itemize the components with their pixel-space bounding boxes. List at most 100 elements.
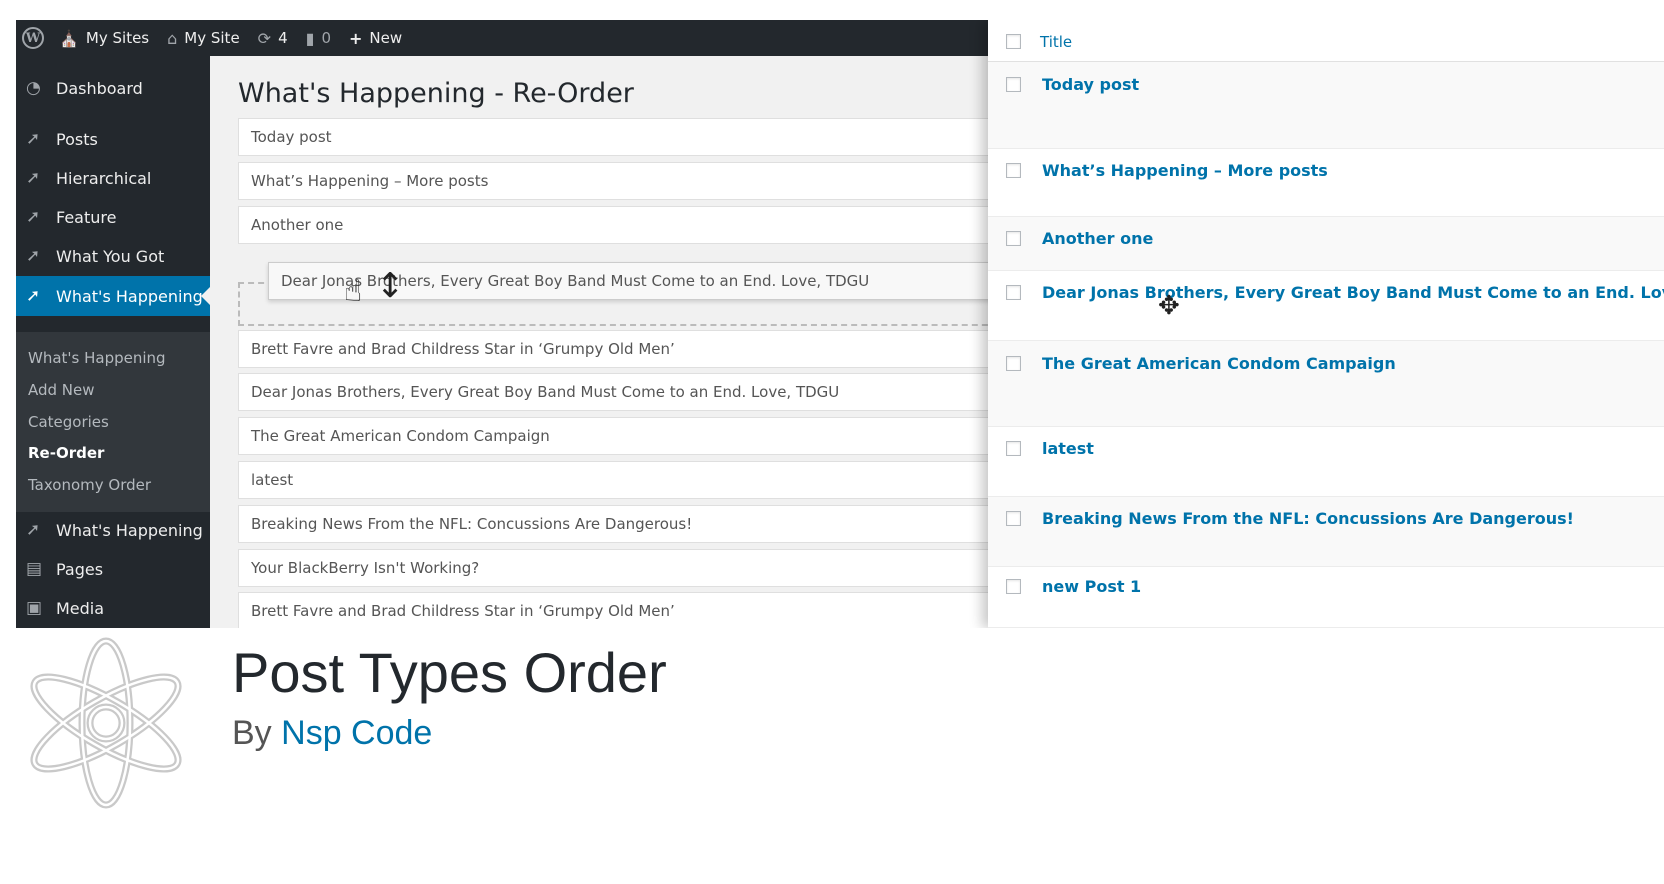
table-row: The Great American Condom Campaign — [988, 341, 1664, 427]
sidebar-item-feature[interactable]: ➚ Feature — [16, 197, 210, 237]
sidebar-item-label: What's Happening — [56, 520, 203, 540]
move-cursor-icon: ✥ — [1158, 291, 1180, 321]
sidebar-item-media[interactable]: ▣ Media — [16, 588, 210, 628]
wordpress-logo-icon[interactable]: W — [16, 20, 50, 56]
submenu-re-order[interactable]: Re-Order — [28, 444, 104, 462]
sortable-row[interactable]: Brett Favre and Brad Childress Star in ‘… — [238, 592, 1018, 628]
sidebar-item-label: What's Happening — [56, 286, 203, 306]
row-checkbox[interactable] — [1006, 441, 1021, 456]
row-title-link[interactable]: The Great American Condom Campaign — [1042, 354, 1396, 373]
sortable-row[interactable]: What’s Happening – More posts — [238, 162, 1018, 200]
plugin-title: Post Types Order — [232, 641, 667, 704]
row-title-link[interactable]: Dear Jonas Brothers, Every Great Boy Ban… — [1042, 283, 1664, 302]
row-checkbox[interactable] — [1006, 579, 1021, 594]
row-title-link[interactable]: What’s Happening – More posts — [1042, 161, 1328, 180]
posts-list-table: Title Today post What’s Happening – More… — [988, 20, 1664, 628]
sidebar-item-pages[interactable]: ▤ Pages — [16, 549, 210, 589]
select-all-checkbox[interactable] — [1006, 34, 1021, 49]
new-content-menu[interactable]: + New — [340, 20, 411, 56]
row-title-link[interactable]: Another one — [1042, 229, 1153, 248]
pin-icon: ➚ — [26, 520, 41, 540]
sidebar-item-label: Posts — [56, 129, 98, 149]
row-checkbox[interactable] — [1006, 231, 1021, 246]
table-row: Dear Jonas Brothers, Every Great Boy Ban… — [988, 271, 1664, 341]
row-title-link[interactable]: new Post 1 — [1042, 577, 1141, 596]
reorder-panel: What's Happening - Re-Order Today post W… — [210, 56, 1046, 628]
comments-menu[interactable]: ▮ 0 — [297, 20, 340, 56]
new-label: New — [369, 29, 403, 47]
updates-count: 4 — [278, 29, 288, 47]
updates-menu[interactable]: ⟳ 4 — [249, 20, 297, 56]
plugin-byline: By Nsp Code — [232, 714, 432, 753]
sortable-row[interactable]: The Great American Condom Campaign — [238, 417, 1018, 455]
pin-icon: ➚ — [26, 286, 41, 306]
sidebar-item-label: Hierarchical — [56, 168, 152, 188]
plugin-banner-screenshot: W ⛪ My Sites ⌂ My Site ⟳ 4 ▮ 0 + New ◔ D… — [16, 20, 1664, 628]
admin-sidebar: ◔ Dashboard ➚ Posts ➚ Hierarchical ➚ Fea… — [16, 56, 210, 628]
pin-icon: ➚ — [26, 129, 41, 149]
dashboard-icon: ◔ — [26, 78, 41, 98]
page-title: What's Happening - Re-Order — [238, 78, 634, 109]
sortable-row[interactable]: latest — [238, 461, 1018, 499]
row-checkbox[interactable] — [1006, 285, 1021, 300]
by-label: By — [232, 714, 272, 752]
sidebar-item-posts[interactable]: ➚ Posts — [16, 119, 210, 159]
table-row: new Post 1 — [988, 567, 1664, 628]
hand-cursor-icon: ☝ — [344, 274, 363, 309]
table-row: Today post — [988, 63, 1664, 149]
my-site-menu[interactable]: ⌂ My Site — [158, 20, 249, 56]
row-checkbox[interactable] — [1006, 77, 1021, 92]
sites-icon: ⛪ — [59, 28, 79, 48]
pin-icon: ➚ — [26, 207, 41, 227]
comment-icon: ▮ — [305, 28, 315, 48]
comments-count: 0 — [321, 29, 331, 47]
sidebar-item-whats-happening-current[interactable]: ➚ What's Happening — [16, 276, 210, 316]
sortable-row[interactable]: Breaking News From the NFL: Concussions … — [238, 505, 1018, 543]
sidebar-item-label: Dashboard — [56, 78, 143, 98]
submenu-whats-happening[interactable]: What's Happening — [28, 349, 166, 367]
author-link[interactable]: Nsp Code — [281, 714, 432, 752]
sidebar-item-label: What You Got — [56, 246, 165, 266]
plugin-page: W ⛪ My Sites ⌂ My Site ⟳ 4 ▮ 0 + New ◔ D… — [0, 0, 1664, 884]
home-icon: ⌂ — [167, 28, 178, 48]
column-title-header[interactable]: Title — [1040, 33, 1072, 51]
submenu-taxonomy-order[interactable]: Taxonomy Order — [28, 476, 151, 494]
row-checkbox[interactable] — [1006, 163, 1021, 178]
row-checkbox[interactable] — [1006, 511, 1021, 526]
table-row: What’s Happening – More posts — [988, 149, 1664, 217]
my-sites-label: My Sites — [85, 29, 150, 47]
row-title-link[interactable]: latest — [1042, 439, 1094, 458]
sidebar-item-label: Pages — [56, 559, 104, 579]
table-row: latest — [988, 427, 1664, 497]
sortable-row[interactable]: Today post — [238, 118, 1018, 156]
sidebar-item-label: Feature — [56, 207, 117, 227]
table-header: Title — [988, 20, 1664, 62]
sidebar-item-hierarchical[interactable]: ➚ Hierarchical — [16, 158, 210, 198]
submenu-categories[interactable]: Categories — [28, 413, 109, 431]
sidebar-item-label: Media — [56, 598, 105, 618]
sidebar-item-whats-happening-2[interactable]: ➚ What's Happening — [16, 510, 210, 550]
table-row: Breaking News From the NFL: Concussions … — [988, 497, 1664, 567]
admin-bar: W ⛪ My Sites ⌂ My Site ⟳ 4 ▮ 0 + New — [16, 20, 1046, 56]
updates-icon: ⟳ — [257, 28, 272, 48]
media-icon: ▣ — [26, 598, 43, 618]
sidebar-submenu: What's Happening Add New Categories Re-O… — [16, 332, 210, 512]
sortable-row[interactable]: Brett Favre and Brad Childress Star in ‘… — [238, 330, 1018, 368]
submenu-add-new[interactable]: Add New — [28, 381, 95, 399]
pin-icon: ➚ — [26, 168, 41, 188]
current-menu-arrow — [201, 287, 210, 305]
atom-icon — [30, 637, 182, 809]
pin-icon: ➚ — [26, 246, 41, 266]
sortable-row[interactable]: Your BlackBerry Isn't Working? — [238, 549, 1018, 587]
plus-icon: + — [348, 28, 363, 48]
sidebar-item-dashboard[interactable]: ◔ Dashboard — [16, 68, 210, 108]
sortable-row[interactable]: Dear Jonas Brothers, Every Great Boy Ban… — [238, 373, 1018, 411]
my-sites-menu[interactable]: ⛪ My Sites — [50, 20, 158, 56]
sidebar-item-what-you-got[interactable]: ➚ What You Got — [16, 236, 210, 276]
row-title-link[interactable]: Today post — [1042, 75, 1139, 94]
table-row: Another one — [988, 217, 1664, 271]
sortable-row[interactable]: Another one — [238, 206, 1018, 244]
my-site-label: My Site — [184, 29, 240, 47]
row-title-link[interactable]: Breaking News From the NFL: Concussions … — [1042, 509, 1574, 528]
row-checkbox[interactable] — [1006, 356, 1021, 371]
